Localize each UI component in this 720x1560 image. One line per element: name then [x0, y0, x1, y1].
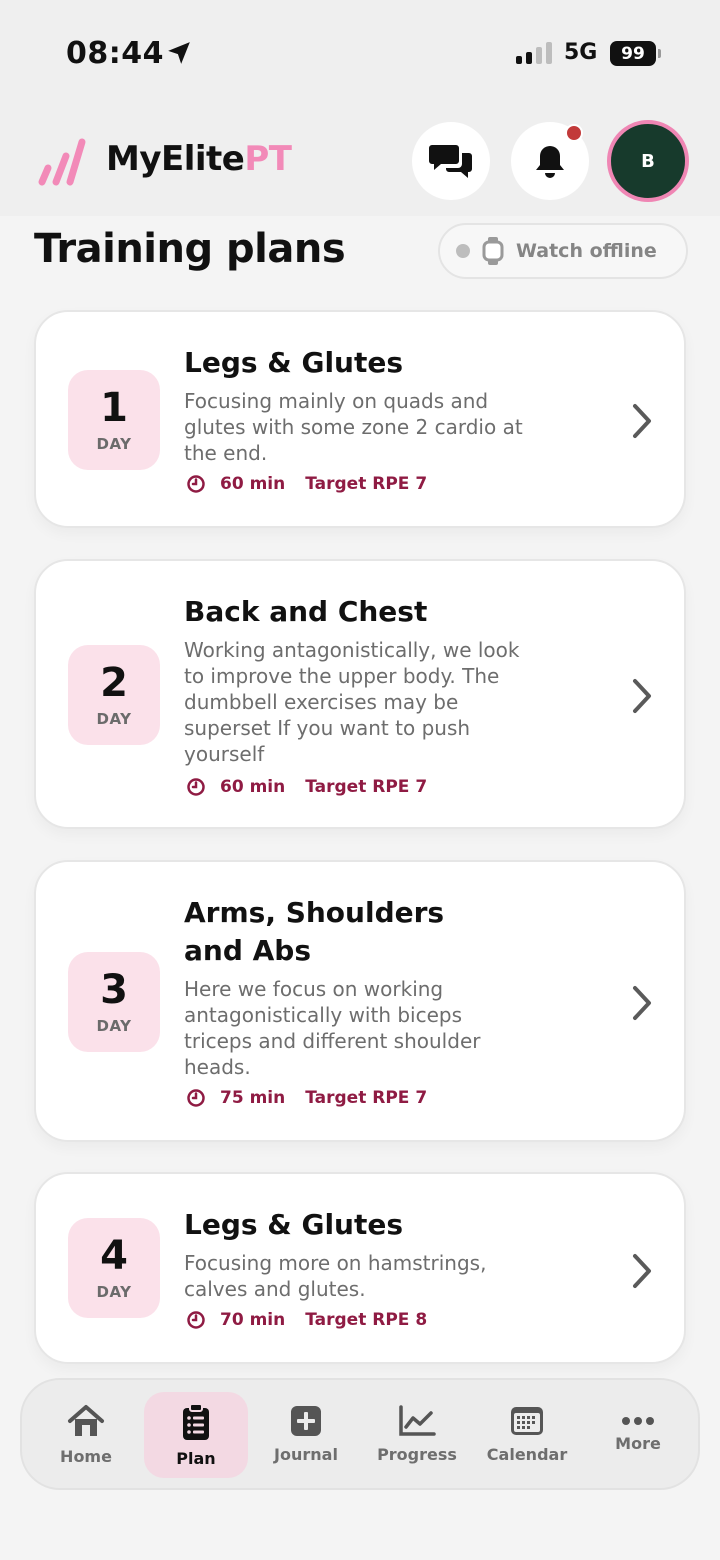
- messages-button[interactable]: [412, 122, 490, 200]
- plan-title: Back and Chest: [184, 595, 428, 628]
- nav-progress-label: Progress: [377, 1444, 457, 1464]
- day-number: 4: [100, 1233, 128, 1279]
- day-label: DAY: [96, 1017, 132, 1035]
- chat-icon: [429, 145, 472, 178]
- watch-status-pill[interactable]: Watch offline: [438, 223, 688, 279]
- calendar-icon: [511, 1406, 543, 1435]
- nav-home[interactable]: Home: [36, 1380, 136, 1488]
- plan-rpe: Target RPE 7: [305, 777, 428, 797]
- day-badge: 4 DAY: [68, 1218, 160, 1318]
- plan-duration: 60 min: [220, 777, 286, 797]
- notifications-button[interactable]: [511, 122, 589, 200]
- day-number: 3: [100, 967, 128, 1013]
- nav-home-label: Home: [60, 1446, 112, 1466]
- nav-calendar-label: Calendar: [486, 1444, 568, 1464]
- status-time: 08:44: [66, 36, 164, 71]
- plan-title: Arms, Shoulders and Abs: [184, 896, 445, 967]
- clock-icon: [187, 1311, 205, 1329]
- progress-chart-icon: [399, 1404, 436, 1436]
- brand-logo-icon: [38, 138, 86, 186]
- signal-icon: [516, 42, 552, 64]
- battery-level: 99: [621, 43, 645, 64]
- plan-duration: 60 min: [220, 474, 286, 494]
- plan-meta: 60 min Target RPE 7: [186, 777, 427, 797]
- nav-calendar[interactable]: Calendar: [476, 1380, 578, 1488]
- plan-duration: 70 min: [220, 1310, 286, 1330]
- bottom-navigation: Home Plan Journal Progress Calendar More: [20, 1378, 700, 1490]
- more-dots-icon: [622, 1416, 654, 1425]
- status-bar: 08:44 5G 99: [0, 0, 720, 100]
- nav-progress[interactable]: Progress: [366, 1380, 468, 1488]
- avatar[interactable]: B: [607, 120, 689, 202]
- clock-icon: [187, 778, 205, 796]
- brand-name-part1: MyElite: [106, 139, 245, 179]
- chevron-right-icon: [633, 1254, 651, 1288]
- plan-description: Here we focus on working antagonisticall…: [184, 977, 481, 1079]
- watch-status-dot: [456, 244, 470, 258]
- plan-description: Focusing mainly on quads and glutes with…: [184, 389, 523, 465]
- notification-dot: [565, 124, 583, 142]
- app-header: MyElitePT B: [0, 100, 720, 216]
- day-badge: 1 DAY: [68, 370, 160, 470]
- page-title: Training plans: [34, 226, 346, 272]
- watch-status-label: Watch offline: [516, 240, 657, 262]
- plan-card-day-2[interactable]: 2 DAY Back and Chest Working antagonisti…: [34, 559, 686, 829]
- location-arrow-icon: [168, 42, 190, 64]
- nav-more-label: More: [615, 1433, 661, 1453]
- plan-card-day-1[interactable]: 1 DAY Legs & Glutes Focusing mainly on q…: [34, 310, 686, 528]
- plan-title: Legs & Glutes: [184, 1208, 404, 1241]
- brand-name-part2: PT: [244, 139, 292, 179]
- clipboard-icon: [183, 1402, 209, 1440]
- chevron-right-icon: [633, 404, 651, 438]
- nav-journal-label: Journal: [274, 1444, 338, 1464]
- nav-more[interactable]: More: [588, 1380, 688, 1488]
- plan-title: Legs & Glutes: [184, 346, 404, 379]
- chevron-right-icon: [633, 986, 651, 1020]
- plan-card-day-3[interactable]: 3 DAY Arms, Shoulders and Abs Here we fo…: [34, 860, 686, 1142]
- clock-icon: [187, 475, 205, 493]
- day-label: DAY: [96, 1283, 132, 1301]
- plan-meta: 60 min Target RPE 7: [186, 474, 427, 494]
- day-badge: 2 DAY: [68, 645, 160, 745]
- day-number: 1: [100, 385, 128, 431]
- clock-icon: [187, 1089, 205, 1107]
- plan-rpe: Target RPE 7: [305, 1088, 428, 1108]
- plan-rpe: Target RPE 7: [305, 474, 428, 494]
- watch-icon: [482, 237, 504, 265]
- bell-icon: [536, 146, 564, 178]
- plan-description: Working antagonistically, we look to imp…: [184, 638, 520, 766]
- nav-plan[interactable]: Plan: [144, 1392, 248, 1478]
- avatar-initial: B: [641, 150, 655, 172]
- brand-name: MyElitePT: [106, 139, 292, 179]
- home-icon: [68, 1404, 104, 1436]
- nav-plan-label: Plan: [176, 1448, 216, 1468]
- battery-indicator: 99: [610, 41, 661, 66]
- journal-plus-icon: [291, 1405, 321, 1436]
- plan-meta: 75 min Target RPE 7: [186, 1088, 427, 1108]
- plan-duration: 75 min: [220, 1088, 286, 1108]
- plan-rpe: Target RPE 8: [305, 1310, 428, 1330]
- day-number: 2: [100, 660, 128, 706]
- plan-meta: 70 min Target RPE 8: [186, 1310, 427, 1330]
- nav-journal[interactable]: Journal: [256, 1380, 356, 1488]
- day-badge: 3 DAY: [68, 952, 160, 1052]
- chevron-right-icon: [633, 679, 651, 713]
- day-label: DAY: [96, 710, 132, 728]
- plan-card-day-4[interactable]: 4 DAY Legs & Glutes Focusing more on ham…: [34, 1172, 686, 1364]
- plan-description: Focusing more on hamstrings, calves and …: [184, 1251, 487, 1301]
- day-label: DAY: [96, 435, 132, 453]
- network-type: 5G: [564, 40, 598, 65]
